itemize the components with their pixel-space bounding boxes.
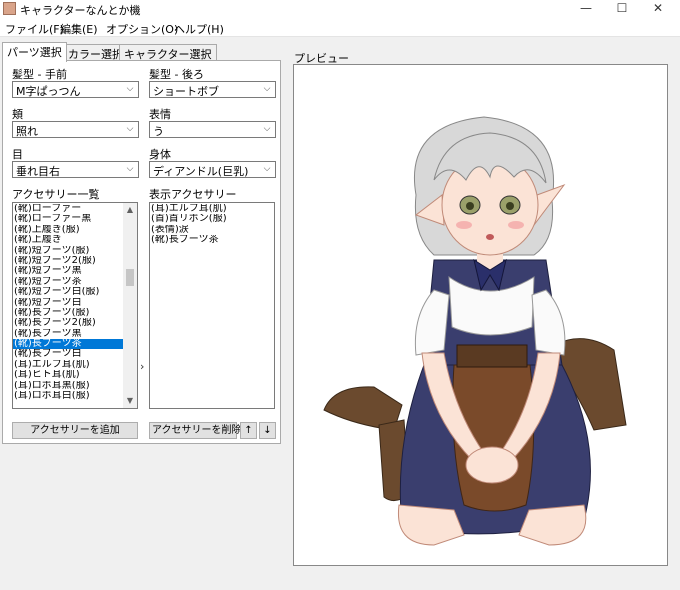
right-knee-shape: [518, 504, 587, 546]
body-label: 身体: [149, 148, 171, 161]
expression-label: 表情: [149, 108, 171, 121]
window-title: キャラクターなんとか機: [20, 4, 141, 17]
cheek-value: 照れ: [16, 125, 38, 138]
hands-shape: [465, 446, 519, 484]
list-item[interactable]: (靴)長ブーツ白: [13, 349, 137, 359]
list-item[interactable]: (靴)上履き: [13, 235, 137, 245]
left-pupil-shape: [466, 202, 474, 210]
transfer-arrow-icon[interactable]: ›: [140, 360, 144, 373]
hair-back-label: 髪型 - 後ろ: [149, 68, 204, 81]
chevron-down-icon: ⌵: [263, 164, 271, 174]
list-item[interactable]: (耳)エルフ耳(肌): [150, 204, 274, 214]
list-item[interactable]: (靴)短ブーツ茶: [13, 277, 137, 287]
list-item[interactable]: (靴)ローファー: [13, 204, 137, 214]
list-item[interactable]: (耳)ロボ耳黒(服): [13, 381, 137, 391]
waist-lacing-shape: [456, 344, 528, 368]
list-item[interactable]: (首)首リボン(服): [150, 214, 274, 224]
list-item[interactable]: (耳)エルフ耳(肌): [13, 360, 137, 370]
right-sleeve-shape: [531, 289, 566, 356]
parts-panel: 髪型 - 手前 M字ぱっつん ⌵ 髪型 - 後ろ ショートボブ ⌵ 頬 照れ ⌵…: [2, 60, 281, 444]
minimize-button[interactable]: —: [568, 0, 604, 18]
hair-front-label: 髪型 - 手前: [12, 68, 67, 81]
menu-help[interactable]: ヘルプ(H): [174, 21, 224, 37]
menu-options[interactable]: オプション(O): [106, 21, 178, 37]
chevron-down-icon: ⌵: [126, 124, 134, 134]
scroll-thumb[interactable]: [126, 269, 134, 286]
list-item[interactable]: (靴)ローファー黒: [13, 214, 137, 224]
chevron-down-icon: ⌵: [126, 84, 134, 94]
close-button[interactable]: ✕: [640, 0, 676, 18]
expression-select[interactable]: う ⌵: [149, 121, 276, 138]
chevron-down-icon: ⌵: [263, 124, 271, 134]
list-item[interactable]: (靴)長ブーツ2(服): [13, 318, 137, 328]
move-down-button[interactable]: ↓: [259, 422, 276, 439]
scroll-down-icon[interactable]: ▼: [123, 394, 137, 408]
list-item[interactable]: (耳)ロボ耳白(服): [13, 391, 137, 401]
list-item[interactable]: (靴)短ブーツ2(服): [13, 256, 137, 266]
hair-front-value: M字ぱっつん: [16, 85, 81, 98]
list-item[interactable]: (靴)長ブーツ(服): [13, 308, 137, 318]
right-blush-shape: [508, 221, 524, 229]
chevron-down-icon: ⌵: [263, 84, 271, 94]
list-item[interactable]: (靴)長ブーツ黒: [13, 329, 137, 339]
remove-accessory-button[interactable]: アクセサリーを削除: [149, 422, 242, 439]
display-accessories-label: 表示アクセサリー: [149, 188, 237, 201]
hair-front-select[interactable]: M字ぱっつん ⌵: [12, 81, 139, 98]
list-item[interactable]: (耳)ヒト耳(肌): [13, 370, 137, 380]
app-icon: [3, 2, 16, 15]
list-item[interactable]: (靴)短ブーツ白(服): [13, 287, 137, 297]
left-blush-shape: [456, 221, 472, 229]
menu-bar: ファイル(F) 編集(E) オプション(O) ヘルプ(H): [0, 18, 680, 37]
list-item[interactable]: (靴)長ブーツ茶: [150, 235, 274, 245]
tab-characters[interactable]: キャラクター選択: [119, 44, 217, 61]
move-up-button[interactable]: ↑: [240, 422, 257, 439]
cheek-select[interactable]: 照れ ⌵: [12, 121, 139, 138]
menu-file[interactable]: ファイル(F): [5, 21, 64, 37]
tab-parts[interactable]: パーツ選択: [2, 42, 67, 62]
accessory-list-label: アクセサリー一覧: [12, 188, 100, 201]
eyes-label: 目: [12, 148, 23, 161]
left-sleeve-shape: [414, 289, 450, 356]
chevron-down-icon: ⌵: [126, 164, 134, 174]
list-item[interactable]: (靴)短ブーツ黒: [13, 266, 137, 276]
scroll-up-icon[interactable]: ▲: [123, 203, 137, 217]
list-item[interactable]: (靴)上履き(服): [13, 225, 137, 235]
title-bar: キャラクターなんとか機 — ☐ ✕: [0, 0, 680, 18]
list-item[interactable]: (靴)短ブーツ白: [13, 298, 137, 308]
list-item[interactable]: (表情)涙: [150, 225, 274, 235]
eyes-select[interactable]: 垂れ目右 ⌵: [12, 161, 139, 178]
accessory-scrollbar[interactable]: ▲ ▼: [123, 203, 137, 408]
mouth-shape: [486, 234, 494, 240]
body-value: ディアンドル(巨乳): [153, 165, 249, 178]
list-item[interactable]: (靴)長ブーツ茶: [13, 339, 137, 350]
hair-back-select[interactable]: ショートボブ ⌵: [149, 81, 276, 98]
hair-back-value: ショートボブ: [153, 85, 219, 98]
left-knee-shape: [397, 504, 465, 546]
character-preview: [323, 116, 627, 546]
right-pupil-shape: [506, 202, 514, 210]
display-accessory-list[interactable]: (耳)エルフ耳(肌) (首)首リボン(服) (表情)涙 (靴)長ブーツ茶: [149, 202, 275, 409]
accessory-list[interactable]: (靴)ローファー (靴)ローファー黒 (靴)上履き(服) (靴)上履き (靴)短ブーツ(…: [12, 202, 138, 409]
expression-value: う: [153, 125, 164, 138]
menu-edit[interactable]: 編集(E): [60, 21, 98, 37]
body-select[interactable]: ディアンドル(巨乳) ⌵: [149, 161, 276, 178]
maximize-button[interactable]: ☐: [604, 0, 640, 18]
cheek-label: 頬: [12, 108, 23, 121]
preview-canvas: [293, 64, 668, 566]
eyes-value: 垂れ目右: [16, 165, 60, 178]
add-accessory-button[interactable]: アクセサリーを追加: [12, 422, 138, 439]
list-item[interactable]: (靴)短ブーツ(服): [13, 246, 137, 256]
